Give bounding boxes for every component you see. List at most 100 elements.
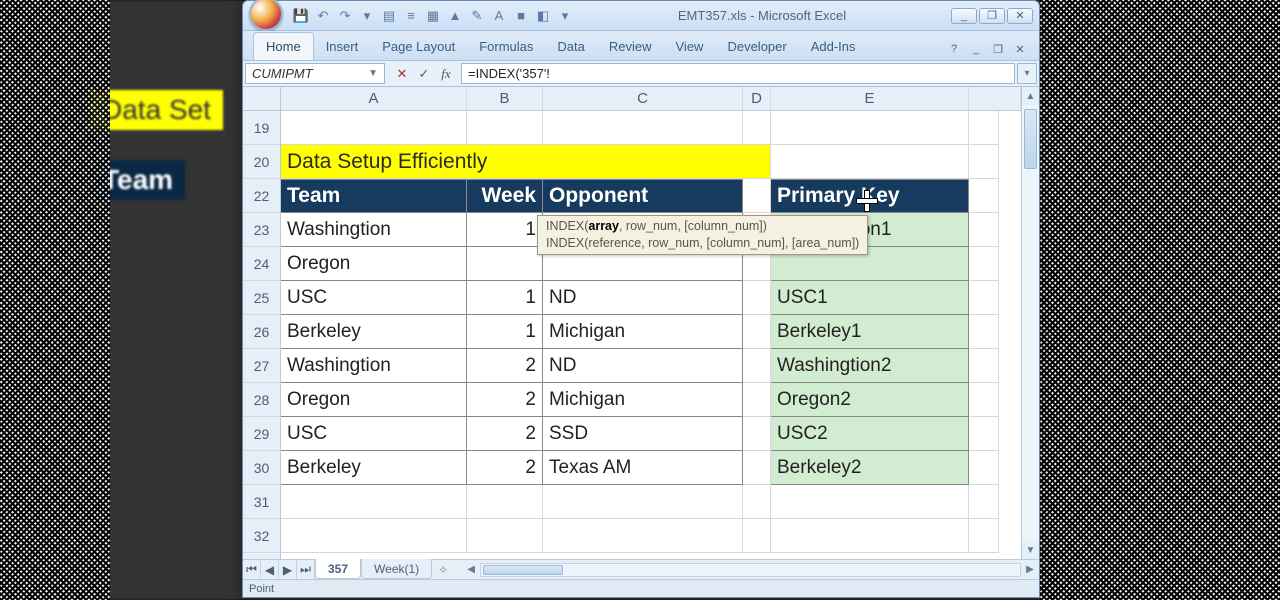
row-header[interactable]: 29 <box>243 417 280 451</box>
cell-primary-key[interactable]: USC2 <box>771 417 969 451</box>
cell[interactable] <box>467 485 543 519</box>
column-header-A[interactable]: A <box>281 87 467 110</box>
cell-opponent[interactable]: Michigan <box>543 315 743 349</box>
ribbon-tab-data[interactable]: Data <box>545 33 596 60</box>
cell[interactable] <box>969 485 999 519</box>
scroll-track[interactable] <box>1022 105 1039 541</box>
sheet-nav-first-icon[interactable]: ⏮ <box>243 560 261 579</box>
qat-custom3-icon[interactable]: ▦ <box>425 8 441 24</box>
cell[interactable] <box>467 519 543 553</box>
cell-week[interactable]: 2 <box>467 451 543 485</box>
cell[interactable] <box>743 111 771 145</box>
cell-week[interactable]: 2 <box>467 349 543 383</box>
cell-gap[interactable] <box>743 383 771 417</box>
ribbon-tab-insert[interactable]: Insert <box>314 33 371 60</box>
cell-week[interactable]: 1 <box>467 315 543 349</box>
cell-opponent[interactable]: ND <box>543 349 743 383</box>
hscroll-thumb[interactable] <box>483 565 563 575</box>
row-header[interactable]: 24 <box>243 247 280 281</box>
cell-opponent[interactable]: Michigan <box>543 383 743 417</box>
hscroll-track[interactable] <box>480 563 1021 577</box>
cell-team[interactable]: Berkeley <box>281 451 467 485</box>
cell[interactable] <box>771 145 969 179</box>
redo-icon[interactable]: ↷ <box>337 8 353 24</box>
new-sheet-icon[interactable]: ✧ <box>432 560 454 579</box>
scroll-thumb[interactable] <box>1024 109 1037 169</box>
mdi-restore-button[interactable]: ❐ <box>989 42 1007 56</box>
cell-gap[interactable] <box>743 451 771 485</box>
cell[interactable] <box>543 111 743 145</box>
save-icon[interactable]: 💾 <box>293 8 309 24</box>
row-header[interactable]: 25 <box>243 281 280 315</box>
table-header-team[interactable]: Team <box>281 179 467 213</box>
cell-primary-key[interactable]: Washingtion2 <box>771 349 969 383</box>
expand-formula-bar-icon[interactable]: ▾ <box>1017 63 1037 84</box>
cell-primary-key[interactable]: Berkeley2 <box>771 451 969 485</box>
grid-rows[interactable]: INDEX(array, row_num, [column_num]) INDE… <box>281 111 1021 559</box>
cell-team[interactable]: Oregon <box>281 383 467 417</box>
cell-gap[interactable] <box>743 315 771 349</box>
row-header[interactable]: 19 <box>243 111 280 145</box>
cell-team[interactable]: Washingtion <box>281 349 467 383</box>
qat-custom2-icon[interactable]: ≡ <box>403 8 419 24</box>
minimize-button[interactable]: _ <box>951 8 977 24</box>
maximize-button[interactable]: ❐ <box>979 8 1005 24</box>
cell[interactable] <box>969 281 999 315</box>
cell[interactable] <box>281 519 467 553</box>
sheet-nav-prev-icon[interactable]: ◀ <box>261 560 279 579</box>
mdi-close-button[interactable]: ✕ <box>1011 42 1029 56</box>
ribbon-tab-add-ins[interactable]: Add-Ins <box>799 33 868 60</box>
cell[interactable] <box>281 111 467 145</box>
cell[interactable] <box>969 451 999 485</box>
cell-team[interactable]: Berkeley <box>281 315 467 349</box>
ribbon-tab-view[interactable]: View <box>664 33 716 60</box>
name-box[interactable]: CUMIPMT ▼ <box>245 63 385 84</box>
cell-primary-key[interactable]: Berkeley1 <box>771 315 969 349</box>
cell-opponent[interactable]: Texas AM <box>543 451 743 485</box>
row-header[interactable]: 23 <box>243 213 280 247</box>
ribbon-tab-page-layout[interactable]: Page Layout <box>370 33 467 60</box>
cell-team[interactable]: USC <box>281 417 467 451</box>
qat-custom8-icon[interactable]: ◧ <box>535 8 551 24</box>
cell[interactable] <box>969 145 999 179</box>
scroll-down-icon[interactable]: ▼ <box>1022 541 1039 559</box>
select-all-corner[interactable] <box>243 87 280 111</box>
close-button[interactable]: ✕ <box>1007 8 1033 24</box>
column-header-D[interactable]: D <box>743 87 771 110</box>
cell-week[interactable]: 1 <box>467 213 543 247</box>
cell-week[interactable]: 2 <box>467 417 543 451</box>
insert-function-icon[interactable]: fx <box>437 65 455 83</box>
help-icon[interactable]: ? <box>945 42 963 56</box>
horizontal-scrollbar[interactable]: ◀ ▶ <box>462 560 1039 579</box>
cell[interactable] <box>969 519 999 553</box>
banner-title[interactable]: Data Setup Efficiently <box>281 145 771 179</box>
row-header[interactable]: 28 <box>243 383 280 417</box>
sheet-nav-last-icon[interactable]: ⏭ <box>297 560 315 579</box>
office-button[interactable] <box>249 0 283 31</box>
ribbon-tab-developer[interactable]: Developer <box>715 33 798 60</box>
column-header-B[interactable]: B <box>467 87 543 110</box>
row-header[interactable]: 30 <box>243 451 280 485</box>
cell[interactable] <box>743 485 771 519</box>
formula-input[interactable]: =INDEX('357'! <box>461 63 1015 84</box>
cell[interactable] <box>969 349 999 383</box>
row-header[interactable]: 26 <box>243 315 280 349</box>
row-header[interactable]: 27 <box>243 349 280 383</box>
ribbon-tab-home[interactable]: Home <box>253 32 314 60</box>
column-header-E[interactable]: E <box>771 87 969 110</box>
cell[interactable] <box>543 485 743 519</box>
qat-dropdown-icon[interactable]: ▾ <box>557 8 573 24</box>
cell-opponent[interactable]: SSD <box>543 417 743 451</box>
cell[interactable] <box>771 111 969 145</box>
cell-team[interactable]: USC <box>281 281 467 315</box>
qat-custom6-icon[interactable]: A <box>491 8 507 24</box>
cell[interactable] <box>969 417 999 451</box>
cell[interactable] <box>969 179 999 213</box>
scroll-right-icon[interactable]: ▶ <box>1021 564 1039 575</box>
mdi-minimize-button[interactable]: _ <box>967 42 985 56</box>
[interactable] <box>743 179 771 213</box>
scroll-up-icon[interactable]: ▲ <box>1022 87 1039 105</box>
cell[interactable] <box>743 519 771 553</box>
vertical-scrollbar[interactable]: ▲ ▼ <box>1021 87 1039 559</box>
table-header-opponent[interactable]: Opponent <box>543 179 743 213</box>
